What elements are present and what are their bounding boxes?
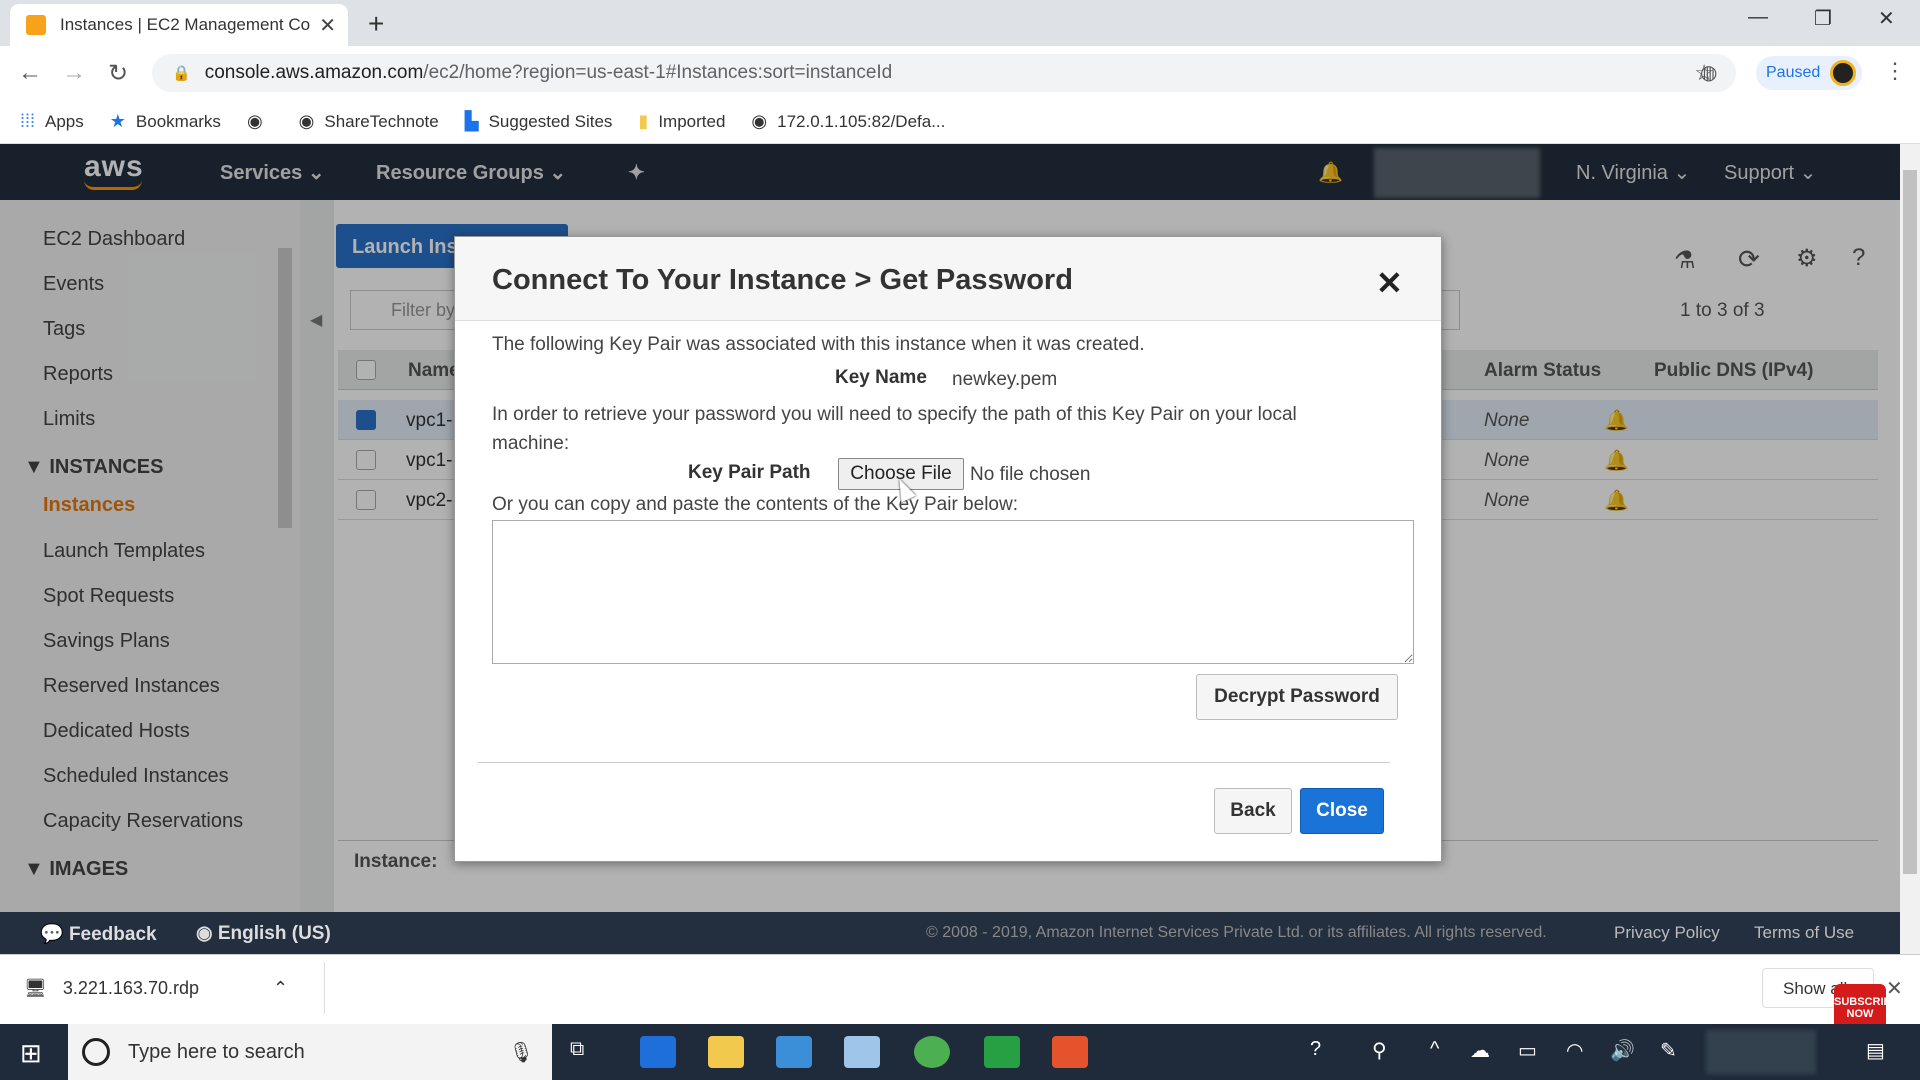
bookmark-globe[interactable]: ◉ [247,111,273,132]
back-arrow-icon[interactable]: ← [12,59,48,87]
forward-arrow-icon[interactable]: → [56,59,92,87]
paste-hint: Or you can copy and paste the contents o… [492,494,1018,515]
aws-favicon-icon [26,15,46,35]
bookmark-label: Imported [658,111,726,131]
aws-footer: 💬 Feedback ◉ English (US) © 2008 - 2019,… [0,912,1900,954]
camtasia-icon[interactable] [984,1036,1020,1068]
dialog-title: Connect To Your Instance > Get Password [492,264,1073,296]
no-file-chosen-text: No file chosen [970,464,1091,485]
decrypt-password-button[interactable]: Decrypt Password [1196,674,1398,720]
feedback-link[interactable]: 💬 Feedback [40,922,157,946]
windows-start-icon[interactable]: ⊞ [20,1038,42,1069]
people-icon[interactable]: ⚲ [1372,1038,1387,1063]
close-icon[interactable]: ✕ [1376,264,1403,302]
extension-icon[interactable]: ◍ [1700,60,1717,85]
bookmark-local-ip[interactable]: ◉ 172.0.1.105:82/Defa... [751,111,945,132]
cortana-icon [82,1038,110,1066]
download-separator [324,962,325,1014]
chevron-up-icon[interactable]: ^ [1430,1038,1439,1061]
bookmark-label: Suggested Sites [488,111,613,131]
bookmark-bookmarks[interactable]: ★ Bookmarks [110,111,221,132]
key-name-label: Key Name [835,367,927,388]
browser-tab[interactable]: Instances | EC2 Management Cor ✕ [10,4,348,46]
privacy-policy-link[interactable]: Privacy Policy [1614,923,1720,943]
bookmark-label: Bookmarks [135,111,221,131]
globe-icon: ◉ [196,923,218,944]
bing-icon: ▙ [464,111,479,131]
dialog-intro: The following Key Pair was associated wi… [492,334,1145,355]
browser-menu-icon[interactable]: ⋮ [1884,58,1906,84]
rdp-file-icon: 🖥 [24,978,47,998]
key-pair-textarea[interactable] [492,520,1414,664]
reload-icon[interactable]: ↻ [100,59,136,88]
close-button[interactable]: Close [1300,788,1384,834]
speech-bubble-icon: 💬 [40,924,69,945]
url-path: /ec2/home?region=us-east-1#Instances:sor… [423,62,893,83]
key-pair-path-label: Key Pair Path [688,462,811,483]
chevron-up-icon[interactable]: ⌃ [273,978,288,998]
feedback-label: Feedback [68,924,157,945]
bookmark-label: Apps [45,111,84,131]
address-bar[interactable]: 🔒 console.aws.amazon.com/ec2/home?region… [152,54,1736,92]
url-domain: console.aws.amazon.com [204,62,424,83]
terms-of-use-link[interactable]: Terms of Use [1754,923,1854,943]
volume-icon[interactable]: 🔊 [1610,1038,1635,1063]
help-circle-icon[interactable]: ? [1310,1038,1321,1061]
tab-close-icon[interactable]: ✕ [319,13,336,38]
star-icon: ★ [109,111,126,131]
lock-icon: 🔒 [172,65,191,82]
clock-blurred[interactable] [1706,1030,1816,1074]
page-scrollbar-thumb[interactable] [1903,170,1917,874]
bookmarks-bar: ⁞⁞⁞ Apps ★ Bookmarks ◉ ◉ ShareTechnote ▙ Sug… [0,100,1920,144]
window-close-icon[interactable]: ✕ [1878,6,1895,31]
edge-icon[interactable] [640,1036,676,1068]
pen-icon[interactable]: ✎ [1660,1038,1677,1063]
wifi-icon[interactable]: ◠ [1566,1038,1583,1063]
key-name-value: newkey.pem [952,369,1058,390]
bookmark-label: ShareTechnote [324,111,439,131]
back-button[interactable]: Back [1214,788,1292,834]
onedrive-icon[interactable]: ☁ [1470,1038,1490,1063]
notepad-icon[interactable] [844,1036,880,1068]
tab-title: Instances | EC2 Management Cor [60,15,312,34]
folder-icon: ▮ [638,111,649,131]
apps-grid-icon: ⁞⁞⁞ [20,111,36,131]
globe-icon: ◉ [298,111,315,131]
notification-icon[interactable]: ▤ [1866,1038,1885,1063]
avatar [1830,60,1857,86]
bookmark-label: 172.0.1.105:82/Defa... [777,111,946,131]
language-selector[interactable]: ◉ English (US) [196,922,331,945]
chrome-icon[interactable] [914,1036,950,1068]
profile-button[interactable]: Paused [1756,56,1862,90]
taskbar-search[interactable]: Type here to search 🎙 [68,1024,552,1080]
bookmark-sharetechnote[interactable]: ◉ ShareTechnote [299,111,439,132]
restore-icon[interactable]: ❐ [1814,6,1832,31]
minimize-icon[interactable]: — [1748,6,1768,29]
dialog-instructions: In order to retrieve your password you w… [492,404,1297,454]
bookmark-imported[interactable]: ▮ Imported [638,111,725,132]
recorder-icon[interactable] [1052,1036,1088,1068]
file-explorer-icon[interactable] [708,1036,744,1068]
language-label: English (US) [217,923,331,944]
new-tab-icon[interactable]: + [368,8,384,40]
dialog-divider [478,762,1390,763]
copyright-text: © 2008 - 2019, Amazon Internet Services … [926,924,1547,941]
bookmark-suggested-sites[interactable]: ▙ Suggested Sites [465,111,613,132]
microphone-icon[interactable]: 🎙 [509,1040,534,1065]
app-icon[interactable] [776,1036,812,1068]
globe-icon: ◉ [751,111,768,131]
task-view-icon[interactable]: ⧉ [570,1038,584,1061]
profile-status: Paused [1766,64,1821,81]
download-filename: 3.221.163.70.rdp [62,978,199,998]
download-item[interactable]: 🖥 3.221.163.70.rdp ⌃ [24,978,288,999]
battery-icon[interactable]: ▭ [1518,1038,1537,1063]
globe-icon: ◉ [246,111,263,131]
bookmark-apps[interactable]: ⁞⁞⁞ Apps [20,111,84,132]
search-placeholder: Type here to search [128,1040,305,1063]
